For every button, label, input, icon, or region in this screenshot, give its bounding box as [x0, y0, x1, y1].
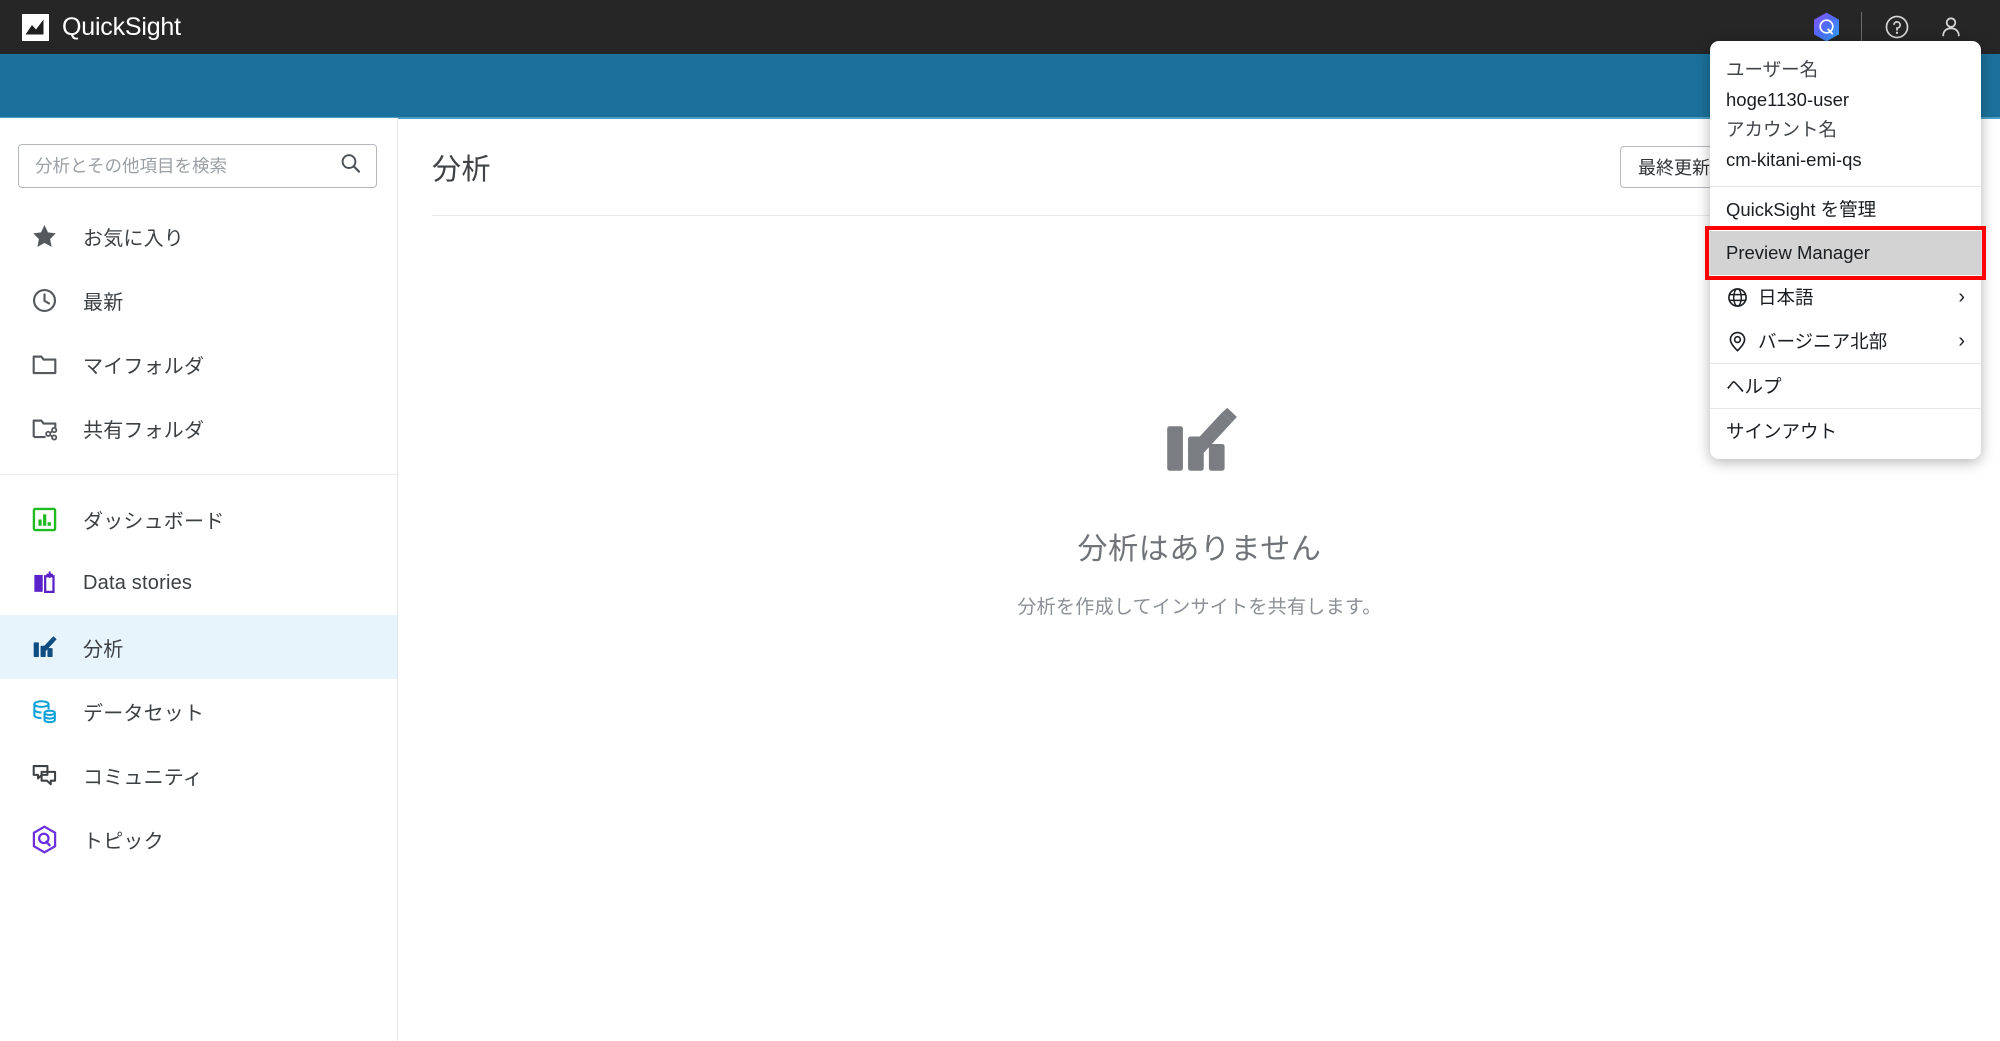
chevron-right-icon: › [1958, 330, 1965, 352]
sidebar-item-community[interactable]: コミュニティ [0, 743, 397, 807]
sidebar-item-label: コミュニティ [83, 766, 203, 789]
user-name-label: ユーザー名 [1726, 59, 1819, 80]
sidebar-item-label: Data stories [83, 571, 193, 594]
menu-item-label: バージニア北部 [1758, 331, 1888, 352]
account-name-label: アカウント名 [1726, 119, 1838, 140]
menu-item-language[interactable]: 日本語 › [1710, 275, 1981, 319]
menu-item-label: 日本語 [1758, 287, 1814, 308]
sidebar-item-my-folder[interactable]: マイフォルダ [0, 332, 397, 396]
menu-item-label: サインアウト [1726, 421, 1838, 442]
quicksight-logo-icon [22, 13, 49, 41]
menu-item-label: QuickSight を管理 [1726, 199, 1877, 220]
globe-icon [1726, 286, 1748, 308]
folder-icon [30, 350, 59, 379]
sidebar-item-label: 共有フォルダ [83, 419, 205, 442]
topics-hexagon-icon [30, 824, 59, 854]
sidebar-item-shared-folder[interactable]: 共有フォルダ [0, 396, 397, 460]
community-chat-icon [30, 761, 59, 790]
search-input[interactable] [35, 155, 339, 177]
brand-logo-area[interactable]: QuickSight [22, 12, 181, 41]
analysis-pencil-chart-icon [30, 633, 59, 662]
sidebar-divider [0, 474, 397, 475]
user-name-value: hoge1130-user [1726, 89, 1850, 110]
left-sidebar: お気に入り 最新 マイフォルダ [0, 118, 398, 1041]
empty-state-subtitle: 分析を作成してインサイトを共有します。 [1017, 597, 1382, 618]
chevron-right-icon: › [1958, 286, 1965, 308]
shared-folder-icon [30, 414, 59, 443]
dashboard-bar-chart-icon [30, 505, 59, 534]
sidebar-item-favorites[interactable]: お気に入り [0, 204, 397, 268]
data-stories-book-icon [30, 569, 59, 598]
sidebar-item-dashboards[interactable]: ダッシュボード [0, 487, 397, 551]
sidebar-item-label: マイフォルダ [83, 355, 205, 378]
sidebar-item-label: 最新 [83, 291, 124, 314]
sidebar-item-label: トピック [83, 830, 164, 853]
sidebar-item-datasets[interactable]: データセット [0, 679, 397, 743]
empty-state-title: 分析はありません [1077, 533, 1322, 566]
secondary-blue-band [0, 54, 2000, 118]
account-name-value: cm-kitani-emi-qs [1726, 149, 1862, 170]
search-box[interactable] [18, 144, 377, 188]
menu-item-sign-out[interactable]: サインアウト [1710, 409, 1981, 453]
dataset-database-icon [30, 697, 59, 726]
location-pin-icon [1726, 330, 1748, 352]
menu-item-preview-manager[interactable]: Preview Manager [1705, 226, 1986, 280]
user-account-menu: ユーザー名 hoge1130-user アカウント名 cm-kitani-emi… [1705, 41, 1986, 459]
page-title: 分析 [432, 153, 492, 186]
sidebar-item-recent[interactable]: 最新 [0, 268, 397, 332]
sidebar-item-data-stories[interactable]: Data stories [0, 551, 397, 615]
star-icon [30, 222, 59, 251]
menu-item-help[interactable]: ヘルプ [1710, 364, 1981, 408]
sidebar-item-label: データセット [83, 702, 205, 725]
sidebar-item-topics[interactable]: トピック [0, 807, 397, 871]
menu-item-label: Preview Manager [1726, 242, 1870, 263]
sidebar-nav-main: ダッシュボード Data stories 分析 データセット コミュニティ トピ… [0, 487, 397, 871]
account-info-block: ユーザー名 hoge1130-user アカウント名 cm-kitani-emi… [1710, 47, 1981, 187]
menu-bottom-padding [1710, 453, 1981, 459]
search-icon [339, 152, 362, 180]
menu-item-manage-quicksight[interactable]: QuickSight を管理 [1710, 187, 1981, 231]
top-header-bar: QuickSight [0, 0, 2000, 54]
analysis-pencil-chart-icon [1159, 401, 1241, 488]
clock-icon [30, 286, 59, 315]
brand-title: QuickSight [62, 12, 181, 41]
sidebar-nav-top: お気に入り 最新 マイフォルダ 共有フォルダ [0, 188, 397, 460]
header-divider [1861, 12, 1862, 42]
menu-item-label: ヘルプ [1726, 376, 1782, 397]
sidebar-item-label: ダッシュボード [83, 510, 225, 533]
sidebar-item-label: 分析 [83, 638, 124, 661]
menu-item-region[interactable]: バージニア北部 › [1710, 319, 1981, 363]
sidebar-item-analyses[interactable]: 分析 [0, 615, 397, 679]
sidebar-item-label: お気に入り [83, 227, 184, 250]
